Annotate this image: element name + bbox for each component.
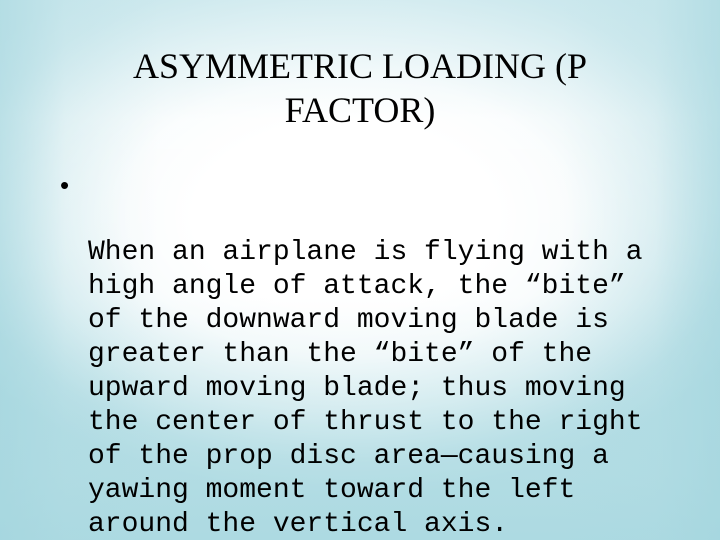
bullet-point-icon: • — [60, 170, 70, 200]
bullet-item-text: When an airplane is flying with a high a… — [88, 237, 643, 540]
slide-title-text: ASYMMETRIC LOADING (P FACTOR) — [132, 46, 587, 130]
slide-title: ASYMMETRIC LOADING (P FACTOR) — [40, 44, 680, 132]
bullet-list-item: • When an airplane is flying with a high… — [52, 168, 664, 540]
slide-body: • When an airplane is flying with a high… — [52, 168, 664, 540]
slide-canvas: ASYMMETRIC LOADING (P FACTOR) • When an … — [0, 0, 720, 540]
